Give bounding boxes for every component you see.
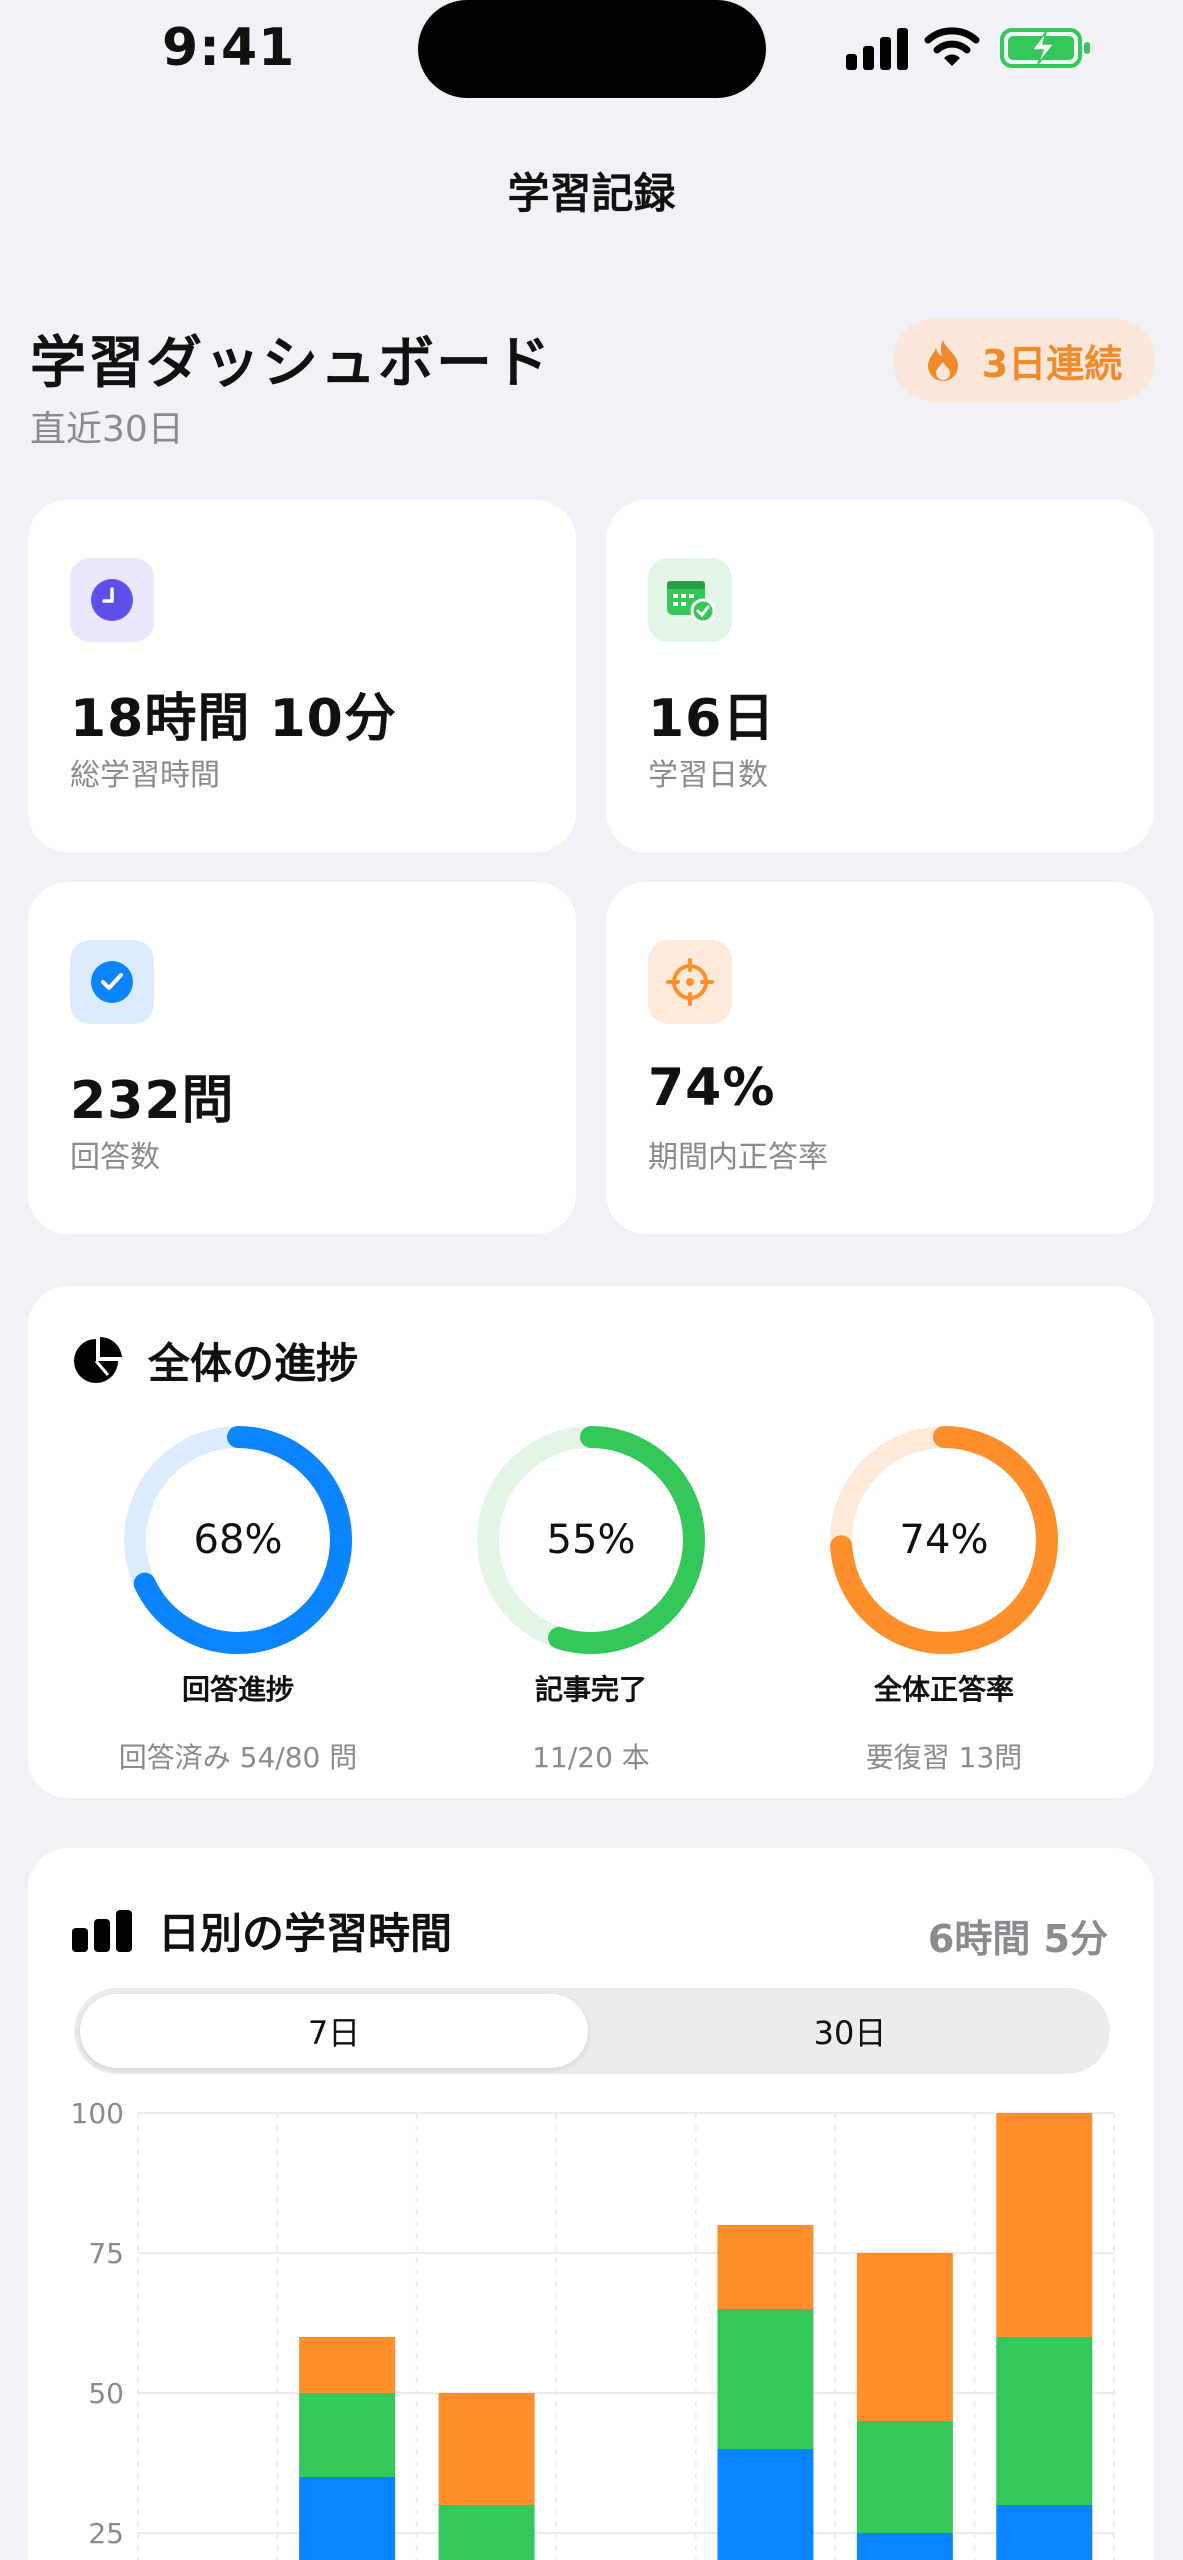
stat-value: 74% [648, 1058, 776, 1118]
y-tick-label: 25 [88, 2517, 124, 2550]
bar-segment [299, 2477, 396, 2560]
bar-segment [717, 2309, 814, 2449]
stat-label: 学習日数 [648, 758, 768, 793]
overall-progress-card: 全体の進捗 68% 回答進捗 回答済み 54/80 問 55% 記事完了 11/… [28, 1286, 1154, 1798]
stat-label: 期間内正答率 [648, 1140, 828, 1175]
flame-icon [927, 340, 958, 381]
stat-card-study-days: 16日 学習日数 [606, 500, 1154, 852]
status-time: 9:41 [162, 18, 296, 78]
bar-segment [717, 2225, 814, 2309]
progress-ring: 68% [120, 1422, 356, 1658]
target-icon [666, 958, 714, 1006]
stat-card-accuracy: 74% 期間内正答率 [606, 882, 1154, 1234]
ring-label: 記事完了 [534, 1673, 647, 1706]
stat-icon-bg [70, 558, 154, 642]
ring-subtext: 11/20 本 [532, 1741, 650, 1774]
streak-badge: 3日連続 [893, 318, 1155, 402]
ring-overall-accuracy: 74% 全体正答率 要復習 13問 [774, 1422, 1114, 1776]
wifi-icon [924, 27, 980, 66]
stat-value: 232問 [70, 1071, 235, 1131]
ring-percent: 68% [193, 1517, 283, 1563]
cellular-signal-icon [846, 28, 908, 70]
stat-value: 16日 [648, 689, 776, 749]
stat-icon-bg [648, 940, 732, 1024]
stat-icon-bg [70, 940, 154, 1024]
y-tick-label: 75 [88, 2237, 124, 2270]
stat-card-answers: 232問 回答数 [28, 882, 576, 1234]
dynamic-island [418, 0, 766, 98]
stat-icon-bg [648, 558, 732, 642]
bar-segment [856, 2533, 953, 2560]
bar-segment [438, 2505, 535, 2560]
bar-segment [299, 2393, 396, 2477]
page-title: 学習ダッシュボード [30, 331, 552, 396]
daily-bar-chart: 100 75 50 25 [71, 2097, 1115, 2560]
checkmark-circle-icon [91, 961, 133, 1003]
battery-charging-icon [1000, 28, 1090, 68]
y-tick-label: 100 [71, 2097, 124, 2130]
bar-segment [856, 2253, 953, 2421]
ring-label: 全体正答率 [873, 1673, 1014, 1706]
ring-subtext: 回答済み 54/80 問 [118, 1741, 358, 1774]
bar-segment [438, 2393, 535, 2505]
y-tick-label: 50 [88, 2377, 124, 2410]
ring-answer-progress: 68% 回答進捗 回答済み 54/80 問 [68, 1422, 408, 1776]
daily-study-card: 日別の学習時間 6時間 5分 7日 30日 100 75 50 25 [28, 1848, 1154, 2560]
bar-segment [996, 2113, 1093, 2337]
progress-ring: 74% [826, 1422, 1062, 1658]
progress-ring: 55% [473, 1422, 709, 1658]
bar-segment [996, 2337, 1093, 2505]
stat-card-study-time: 18時間 10分 総学習時間 [28, 500, 576, 852]
status-bar: 9:41 [0, 0, 1183, 100]
progress-header: 全体の進捗 [72, 1330, 358, 1391]
bar-segment [856, 2421, 953, 2533]
streak-label: 3日連続 [981, 341, 1123, 386]
ring-percent: 74% [899, 1517, 989, 1563]
progress-title: 全体の進捗 [148, 1339, 359, 1388]
ring-label: 回答進捗 [181, 1673, 294, 1706]
stat-value: 18時間 10分 [70, 689, 397, 749]
ring-articles-complete: 55% 記事完了 11/20 本 [421, 1422, 761, 1776]
bar-segment [717, 2449, 814, 2560]
stat-label: 総学習時間 [70, 758, 220, 793]
calendar-check-icon [667, 581, 715, 623]
stat-label: 回答数 [70, 1140, 160, 1175]
bar-segment [299, 2337, 396, 2393]
bar-segment [996, 2505, 1093, 2560]
period-subtitle: 直近30日 [30, 409, 184, 450]
clock-icon [91, 579, 133, 621]
ring-percent: 55% [546, 1517, 636, 1563]
nav-title: 学習記録 [507, 169, 676, 218]
pie-chart-icon [74, 1336, 122, 1383]
ring-subtext: 要復習 13問 [865, 1741, 1023, 1774]
